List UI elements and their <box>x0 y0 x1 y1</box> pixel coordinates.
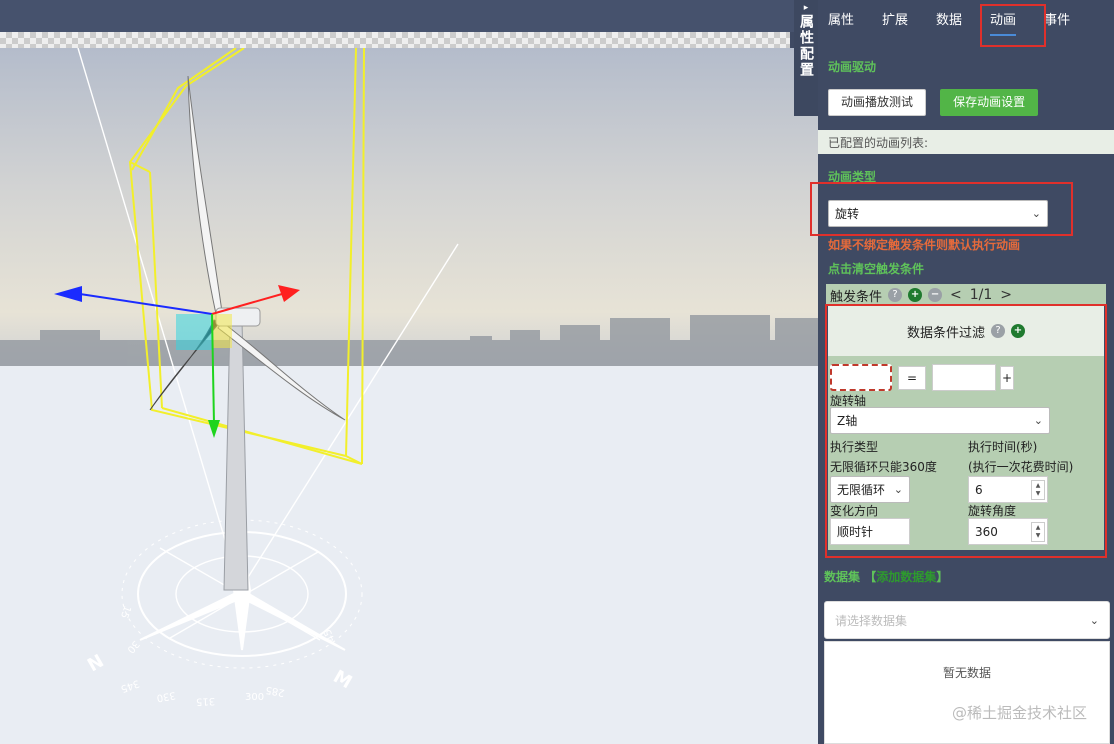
gizmo-arrow-x[interactable] <box>54 286 82 302</box>
add-dataset-link[interactable]: 添加数据集 <box>876 570 936 584</box>
exec-time-note: (执行一次花费时间) <box>968 460 1074 474</box>
trigger-condition-label: 触发条件 <box>830 289 883 305</box>
animation-drive-section: 动画驱动 动画播放测试 保存动画设置 <box>818 50 1114 124</box>
exec-type-select[interactable]: 无限循环 ⌄ <box>830 476 910 503</box>
prev-page-button[interactable]: < <box>950 287 962 303</box>
spinner-arrows-icon[interactable]: ▲ ▼ <box>1031 480 1045 500</box>
exec-time-label: 执行时间(秒) <box>968 440 1038 454</box>
next-page-button[interactable]: > <box>1000 287 1012 303</box>
direction-input[interactable]: 顺时针 <box>830 518 910 545</box>
transparency-strip <box>0 32 790 48</box>
direction-label: 变化方向 <box>830 504 879 518</box>
rotation-axis-value: Z轴 <box>837 414 858 428</box>
condition-field-drop[interactable] <box>830 364 892 391</box>
chevron-down-icon: ⌄ <box>893 483 903 496</box>
watermark: @稀土掘金技术社区 <box>951 704 1087 722</box>
direction-value: 顺时针 <box>837 525 874 539</box>
add-filter-icon[interactable]: + <box>1011 324 1025 338</box>
configured-animation-list-label: 已配置的动画列表: <box>818 130 1114 154</box>
gizmo-plane-xz[interactable] <box>212 314 232 348</box>
compass-tick: 315 <box>196 695 215 707</box>
animation-type-label: 动画类型 <box>828 170 877 184</box>
condition-add-button[interactable]: + <box>1000 365 1014 390</box>
dataset-label-row: 数据集 【添加数据集】 <box>824 568 948 585</box>
no-data-text: 暂无数据 <box>942 666 991 680</box>
exec-type-value: 无限循环 <box>837 483 886 497</box>
panel-tabs: 属性 扩展 数据 动画 事件 <box>818 0 1114 36</box>
condition-value-input[interactable] <box>932 364 996 391</box>
dataset-select[interactable]: 请选择数据集 ⌄ <box>824 601 1110 639</box>
tab-properties[interactable]: 属性 <box>828 5 854 32</box>
gizmo-arrow-y[interactable] <box>278 285 300 302</box>
bracket-open: 【 <box>864 570 877 584</box>
trigger-pager: 1/1 <box>969 287 993 303</box>
save-animation-button[interactable]: 保存动画设置 <box>940 89 1039 116</box>
chevron-down-icon: ⌄ <box>1089 613 1099 627</box>
help-icon[interactable]: ? <box>888 288 903 302</box>
dataset-dropdown: 暂无数据 @稀土掘金技术社区 <box>824 641 1110 744</box>
add-trigger-icon[interactable]: + <box>908 288 923 302</box>
exec-time-value: 6 <box>975 482 983 497</box>
filter-title: 数据条件过滤 <box>906 325 985 341</box>
animation-test-button[interactable]: 动画播放测试 <box>828 89 927 116</box>
exec-time-input[interactable]: 6 ▲ ▼ <box>968 476 1048 503</box>
rotate-angle-label: 旋转角度 <box>968 504 1017 518</box>
trigger-condition-row: 触发条件 ? + − < 1/1 > <box>826 284 1106 306</box>
tab-events[interactable]: 事件 <box>1044 5 1070 32</box>
bracket-close: 】 <box>936 570 949 584</box>
scene-graphics: N M 345 330 315 300 285 45 15 30 <box>0 48 818 744</box>
tab-data[interactable]: 数据 <box>936 5 962 32</box>
gizmo-axis-x[interactable] <box>79 293 213 315</box>
scene-viewport[interactable]: N M 345 330 315 300 285 45 15 30 <box>0 48 818 744</box>
dataset-placeholder: 请选择数据集 <box>835 613 908 628</box>
animation-type-select[interactable]: 旋转 ⌄ <box>828 200 1048 227</box>
tab-animation[interactable]: 动画 <box>990 5 1017 36</box>
tab-extensions[interactable]: 扩展 <box>882 5 908 32</box>
data-condition-filter: 数据条件过滤 ? + = + 旋转轴 Z轴 ⌄ 执行类型 无限循环只能360度 … <box>828 306 1104 550</box>
chevron-down-icon: ⌄ <box>1031 207 1041 220</box>
property-config-label: 属性配置 <box>798 14 814 78</box>
animation-type-value: 旋转 <box>835 207 860 221</box>
chevron-down-icon: ⌄ <box>1033 414 1043 427</box>
filter-header: 数据条件过滤 ? + <box>828 306 1104 356</box>
clear-trigger-link[interactable]: 点击清空触发条件 <box>828 260 924 277</box>
default-exec-warning: 如果不绑定触发条件则默认执行动画 <box>828 238 1021 252</box>
condition-row: = + <box>830 364 1014 391</box>
spinner-arrows-icon[interactable]: ▲ ▼ <box>1031 522 1045 542</box>
right-panel: 属性 扩展 数据 动画 事件 动画驱动 动画播放测试 保存动画设置 已配置的动画… <box>818 0 1114 744</box>
property-config-toggle[interactable]: ▸ 属性配置 <box>794 0 818 116</box>
animation-drive-title: 动画驱动 <box>828 60 877 74</box>
rotate-angle-value: 360 <box>975 524 998 539</box>
rotate-angle-input[interactable]: 360 ▲ ▼ <box>968 518 1048 545</box>
gizmo-plane-yz[interactable] <box>176 314 212 350</box>
expand-arrow-icon: ▸ <box>803 3 809 13</box>
top-bar <box>0 0 818 32</box>
remove-trigger-icon[interactable]: − <box>928 288 943 302</box>
condition-operator[interactable]: = <box>898 365 926 390</box>
exec-type-label: 执行类型 <box>830 440 879 454</box>
rotation-axis-select[interactable]: Z轴 ⌄ <box>830 407 1050 434</box>
help-icon[interactable]: ? <box>991 324 1005 338</box>
exec-type-note: 无限循环只能360度 <box>830 460 937 474</box>
compass-tick: 300 <box>245 692 264 703</box>
dataset-label: 数据集 <box>824 570 861 584</box>
turbine-blade-up <box>187 75 223 315</box>
